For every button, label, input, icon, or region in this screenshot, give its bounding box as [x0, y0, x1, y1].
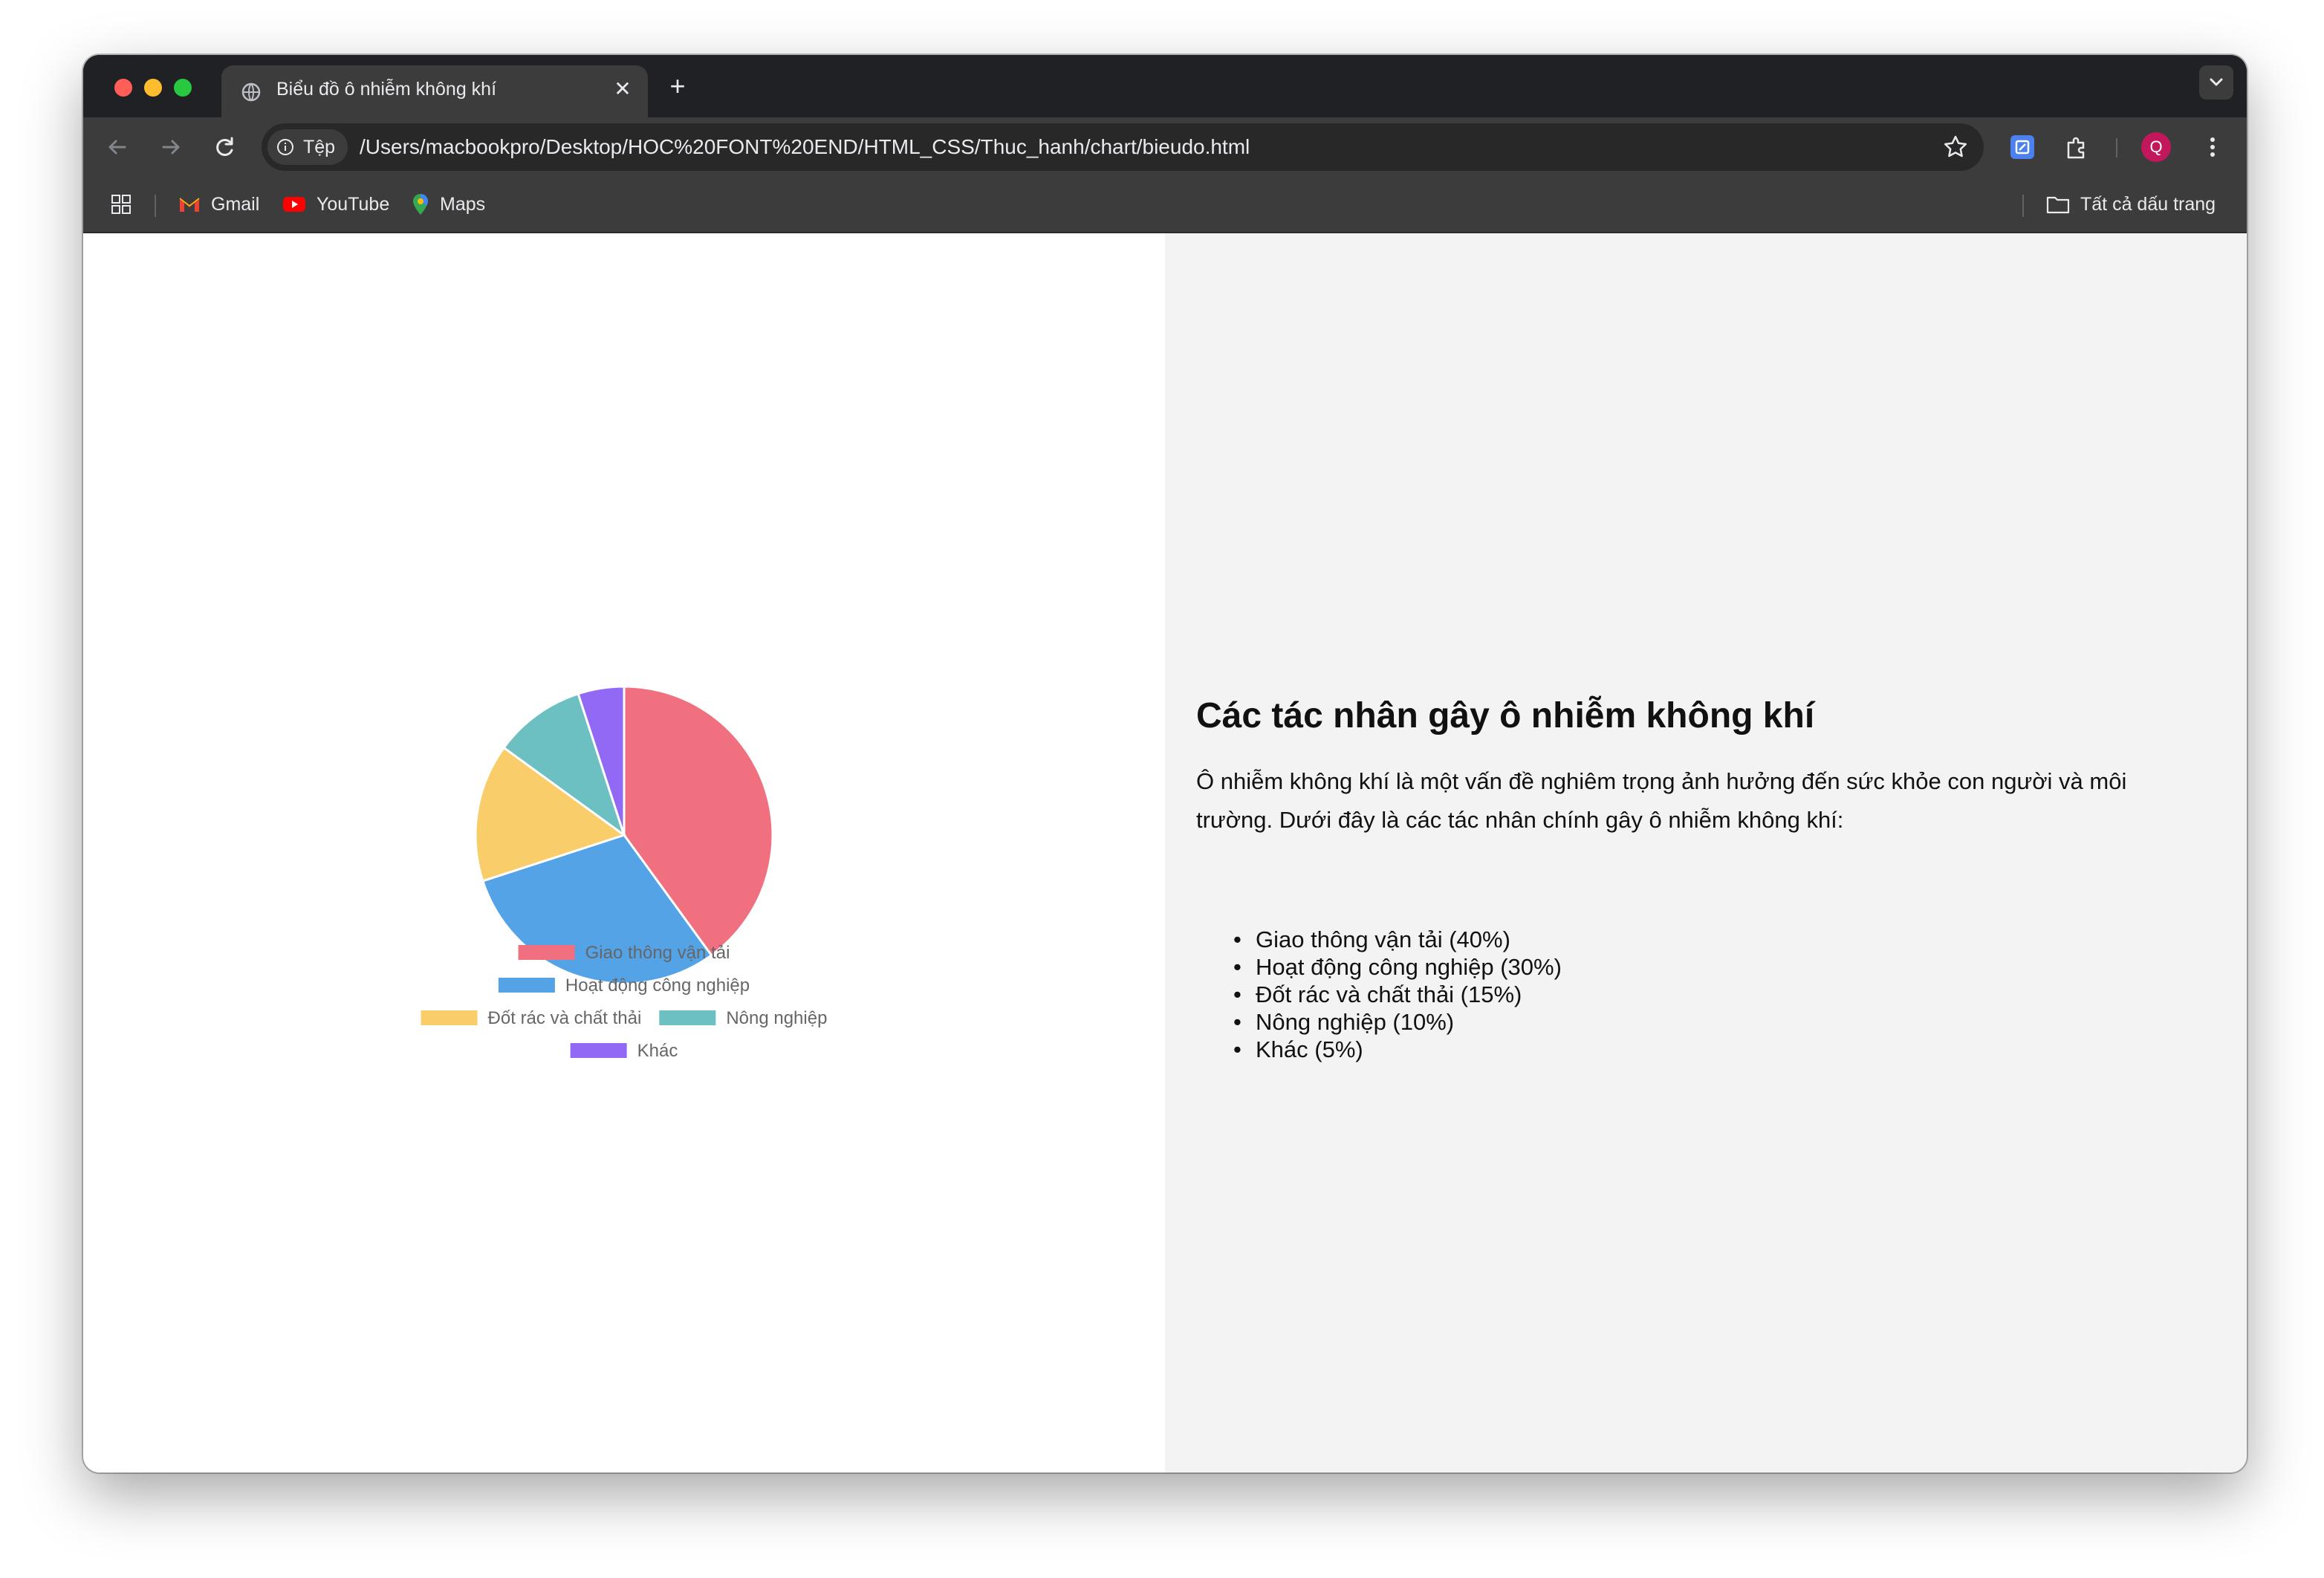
legend-swatch[interactable]	[570, 1043, 627, 1058]
active-tab[interactable]: Biểu đồ ô nhiễm không khí ✕	[221, 65, 648, 117]
legend-label[interactable]: Hoạt động công nghiệp	[565, 975, 750, 996]
legend-swatch[interactable]	[421, 1010, 478, 1025]
legend-label[interactable]: Nông nghiệp	[726, 1008, 827, 1028]
all-bookmarks-button[interactable]: Tất cả dấu trang	[2046, 193, 2216, 215]
browser-window: Biểu đồ ô nhiễm không khí ✕ + Tệp /Users…	[83, 55, 2247, 1473]
apps-grid-icon	[111, 195, 131, 214]
minimize-window-button[interactable]	[144, 79, 162, 97]
tab-search-button[interactable]	[2199, 65, 2233, 100]
list-item: Đốt rác và chất thải (15%)	[1196, 981, 1562, 1008]
forward-arrow-icon	[162, 140, 180, 155]
bookmarks-divider-right	[2022, 195, 2024, 217]
url-text[interactable]: /Users/macbookpro/Desktop/HOC%20FONT%20E…	[360, 135, 1250, 159]
extension-icon[interactable]	[2009, 134, 2036, 160]
bookmark-maps-label: Maps	[440, 193, 486, 215]
all-bookmarks-label: Tất cả dấu trang	[2080, 193, 2216, 215]
legend-label[interactable]: Đốt rác và chất thải	[488, 1008, 642, 1028]
list-item: Khác (5%)	[1196, 1036, 1562, 1063]
new-tab-button[interactable]: +	[663, 71, 692, 101]
youtube-icon	[283, 197, 305, 212]
bookmark-youtube[interactable]: YouTube	[282, 193, 389, 215]
chart-panel: Giao thông vận tải Hoạt động công nghiệp Đ…	[83, 233, 1165, 1473]
bookmarks-divider	[155, 195, 156, 217]
list-item: Hoạt động công nghiệp (30%)	[1196, 953, 1562, 981]
bookmark-star-icon[interactable]	[1942, 134, 1969, 160]
profile-avatar[interactable]: Q	[2141, 132, 2171, 162]
tab-title: Biểu đồ ô nhiễm không khí	[276, 79, 497, 100]
legend-swatch[interactable]	[659, 1010, 716, 1025]
bookmark-gmail-label: Gmail	[211, 193, 260, 215]
bookmark-youtube-label: YouTube	[317, 193, 390, 215]
legend-swatch[interactable]	[518, 945, 575, 960]
pie-chart: Giao thông vận tải Hoạt động công nghiệp Đ…	[421, 685, 827, 1061]
page-content: Giao thông vận tải Hoạt động công nghiệp Đ…	[83, 233, 2247, 1473]
more-menu-icon[interactable]	[2198, 132, 2227, 162]
info-icon	[277, 139, 293, 155]
bookmark-gmail[interactable]: Gmail	[178, 193, 259, 215]
list-item: Giao thông vận tải (40%)	[1196, 926, 1562, 953]
back-button[interactable]	[101, 131, 134, 163]
intro-paragraph: Ô nhiễm không khí là một vấn đề nghiêm t…	[1196, 768, 2127, 833]
folder-icon	[2046, 196, 2070, 214]
pollutant-list: Giao thông vận tải (40%) Hoạt động công …	[1196, 926, 1562, 1063]
list-item: Nông nghiệp (10%)	[1196, 1008, 1562, 1036]
site-info-label: Tệp	[303, 137, 336, 158]
maps-pin-icon	[413, 194, 428, 215]
toolbar-divider	[2116, 138, 2117, 158]
chevron-down-icon	[2210, 78, 2223, 86]
apps-button[interactable]	[110, 193, 143, 215]
legend-label[interactable]: Giao thông vận tải	[585, 943, 730, 963]
close-window-button[interactable]	[114, 79, 132, 97]
legend-swatch[interactable]	[498, 978, 555, 993]
legend-label[interactable]: Khác	[637, 1041, 678, 1061]
toolbar: Tệp /Users/macbookpro/Desktop/HOC%20FONT…	[83, 117, 2247, 177]
puzzle-icon[interactable]	[2062, 132, 2092, 162]
bookmark-maps[interactable]: Maps	[412, 193, 485, 215]
globe-icon	[241, 82, 261, 102]
back-arrow-icon	[108, 140, 126, 155]
reload-button[interactable]	[208, 131, 241, 163]
address-bar[interactable]: Tệp /Users/macbookpro/Desktop/HOC%20FONT…	[262, 123, 1984, 171]
maximize-window-button[interactable]	[174, 79, 192, 97]
info-panel: Các tác nhân gây ô nhiễm không khí Ô nhi…	[1165, 233, 2247, 1473]
site-info-chip[interactable]: Tệp	[267, 129, 348, 165]
tab-strip: Biểu đồ ô nhiễm không khí ✕ +	[83, 55, 2247, 117]
forward-button[interactable]	[155, 131, 187, 163]
page-heading: Các tác nhân gây ô nhiễm không khí	[1196, 696, 1815, 736]
gmail-icon	[179, 198, 200, 212]
reload-icon	[216, 137, 233, 156]
bookmarks-bar: Gmail YouTube Maps Tất cả dấu trang	[83, 177, 2247, 233]
close-tab-icon[interactable]: ✕	[611, 77, 634, 101]
